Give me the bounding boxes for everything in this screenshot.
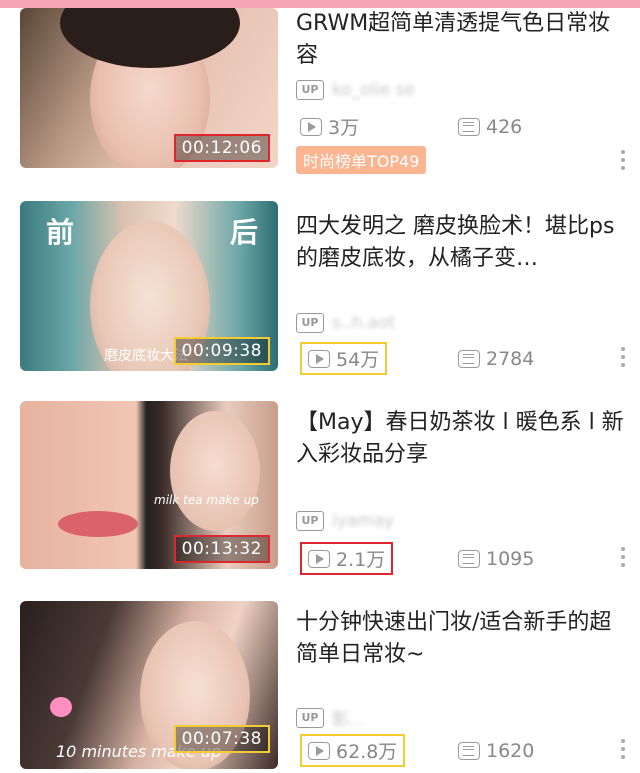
uploader-name[interactable]: s..h.aot (332, 313, 395, 333)
up-badge: UP (296, 511, 324, 531)
thumbnail-face-shape (170, 411, 260, 531)
video-duration: 00:07:38 (173, 725, 270, 753)
comment-count-value: 1620 (486, 739, 535, 762)
before-label: 前 (46, 216, 75, 249)
view-count: 3万 (296, 112, 454, 141)
up-badge: UP (296, 80, 324, 100)
uploader-name[interactable]: 影... (332, 705, 365, 730)
video-stats: 2.1万 1095 (296, 541, 626, 576)
comment-count: 1620 (454, 739, 538, 763)
uploader-row[interactable]: UP ko_olie se (296, 80, 415, 100)
view-count-highlight: 62.8万 (300, 734, 406, 767)
uploader-row[interactable]: UP iyamay (296, 511, 394, 531)
play-count-icon (308, 349, 330, 368)
video-title[interactable]: 【May】春日奶茶妆 l 暖色系 l 新入彩妆品分享 (296, 407, 626, 471)
video-title[interactable]: 四大发明之 磨皮换脸术！堪比ps的磨皮底妆，从橘子变… (296, 211, 626, 275)
more-vertical-icon[interactable] (620, 150, 626, 170)
video-item[interactable]: milk tea make up 00:13:32 【May】春日奶茶妆 l 暖… (0, 401, 640, 575)
play-count-icon (300, 117, 322, 136)
comment-count: 426 (454, 115, 526, 139)
more-vertical-icon[interactable] (620, 547, 626, 567)
video-stats: 54万 2784 (296, 341, 626, 376)
thumbnail-heart-shape (50, 697, 72, 717)
video-duration: 00:13:32 (173, 535, 270, 563)
uploader-name[interactable]: iyamay (332, 511, 394, 531)
comment-icon (458, 349, 480, 368)
thumbnail-hair-shape (60, 8, 240, 68)
video-duration: 00:12:06 (173, 134, 270, 162)
comment-count: 2784 (454, 347, 538, 371)
up-badge: UP (296, 707, 324, 728)
view-count: 2.1万 (296, 541, 454, 576)
video-thumbnail[interactable]: 00:12:06 (20, 8, 278, 168)
video-duration: 00:09:38 (173, 337, 270, 365)
video-thumbnail[interactable]: milk tea make up 00:13:32 (20, 401, 278, 569)
comment-count-value: 426 (486, 115, 523, 138)
top-status-strip (0, 0, 640, 8)
thumbnail-caption: milk tea make up (154, 493, 259, 507)
video-thumbnail[interactable]: 10 minutes make up 00:07:38 (20, 601, 278, 769)
view-count-value: 2.1万 (336, 549, 386, 571)
video-stats: 3万 426 (296, 112, 626, 141)
comment-icon (458, 117, 480, 136)
comment-icon (458, 549, 480, 568)
after-label: 后 (229, 216, 258, 249)
view-count: 62.8万 (296, 733, 454, 768)
play-count-icon (308, 741, 330, 760)
uploader-row[interactable]: UP s..h.aot (296, 313, 395, 333)
view-count-value: 3万 (328, 117, 360, 139)
comment-count: 1095 (454, 547, 538, 571)
video-item[interactable]: 10 minutes make up 00:07:38 十分钟快速出门妆/适合新… (0, 601, 640, 771)
view-count-value: 62.8万 (336, 741, 398, 763)
video-title[interactable]: GRWM超简单清透提气色日常妆容 (296, 8, 626, 72)
view-count: 54万 (296, 341, 454, 376)
uploader-row[interactable]: UP 影... (296, 705, 365, 730)
view-count-value: 54万 (336, 349, 380, 371)
video-item[interactable]: 00:12:06 GRWM超简单清透提气色日常妆容 UP ko_olie se … (0, 8, 640, 178)
video-item[interactable]: 前 后 磨皮底妆大法 00:09:38 四大发明之 磨皮换脸术！堪比ps的磨皮底… (0, 201, 640, 375)
view-count-highlight: 54万 (300, 342, 388, 375)
comment-count-value: 2784 (486, 347, 535, 370)
video-title[interactable]: 十分钟快速出门妆/适合新手的超简单日常妆~ (296, 607, 626, 671)
video-stats: 62.8万 1620 (296, 733, 626, 768)
video-thumbnail[interactable]: 前 后 磨皮底妆大法 00:09:38 (20, 201, 278, 371)
more-vertical-icon[interactable] (620, 739, 626, 759)
view-count-highlight: 2.1万 (300, 542, 394, 575)
more-vertical-icon[interactable] (620, 347, 626, 367)
up-badge: UP (296, 313, 324, 333)
comment-count-value: 1095 (486, 547, 535, 570)
uploader-name[interactable]: ko_olie se (332, 80, 415, 100)
play-count-icon (308, 549, 330, 568)
comment-icon (458, 741, 480, 760)
ranking-tag[interactable]: 时尚榜单TOP49 (296, 146, 427, 174)
thumbnail-lips-shape (58, 511, 138, 537)
